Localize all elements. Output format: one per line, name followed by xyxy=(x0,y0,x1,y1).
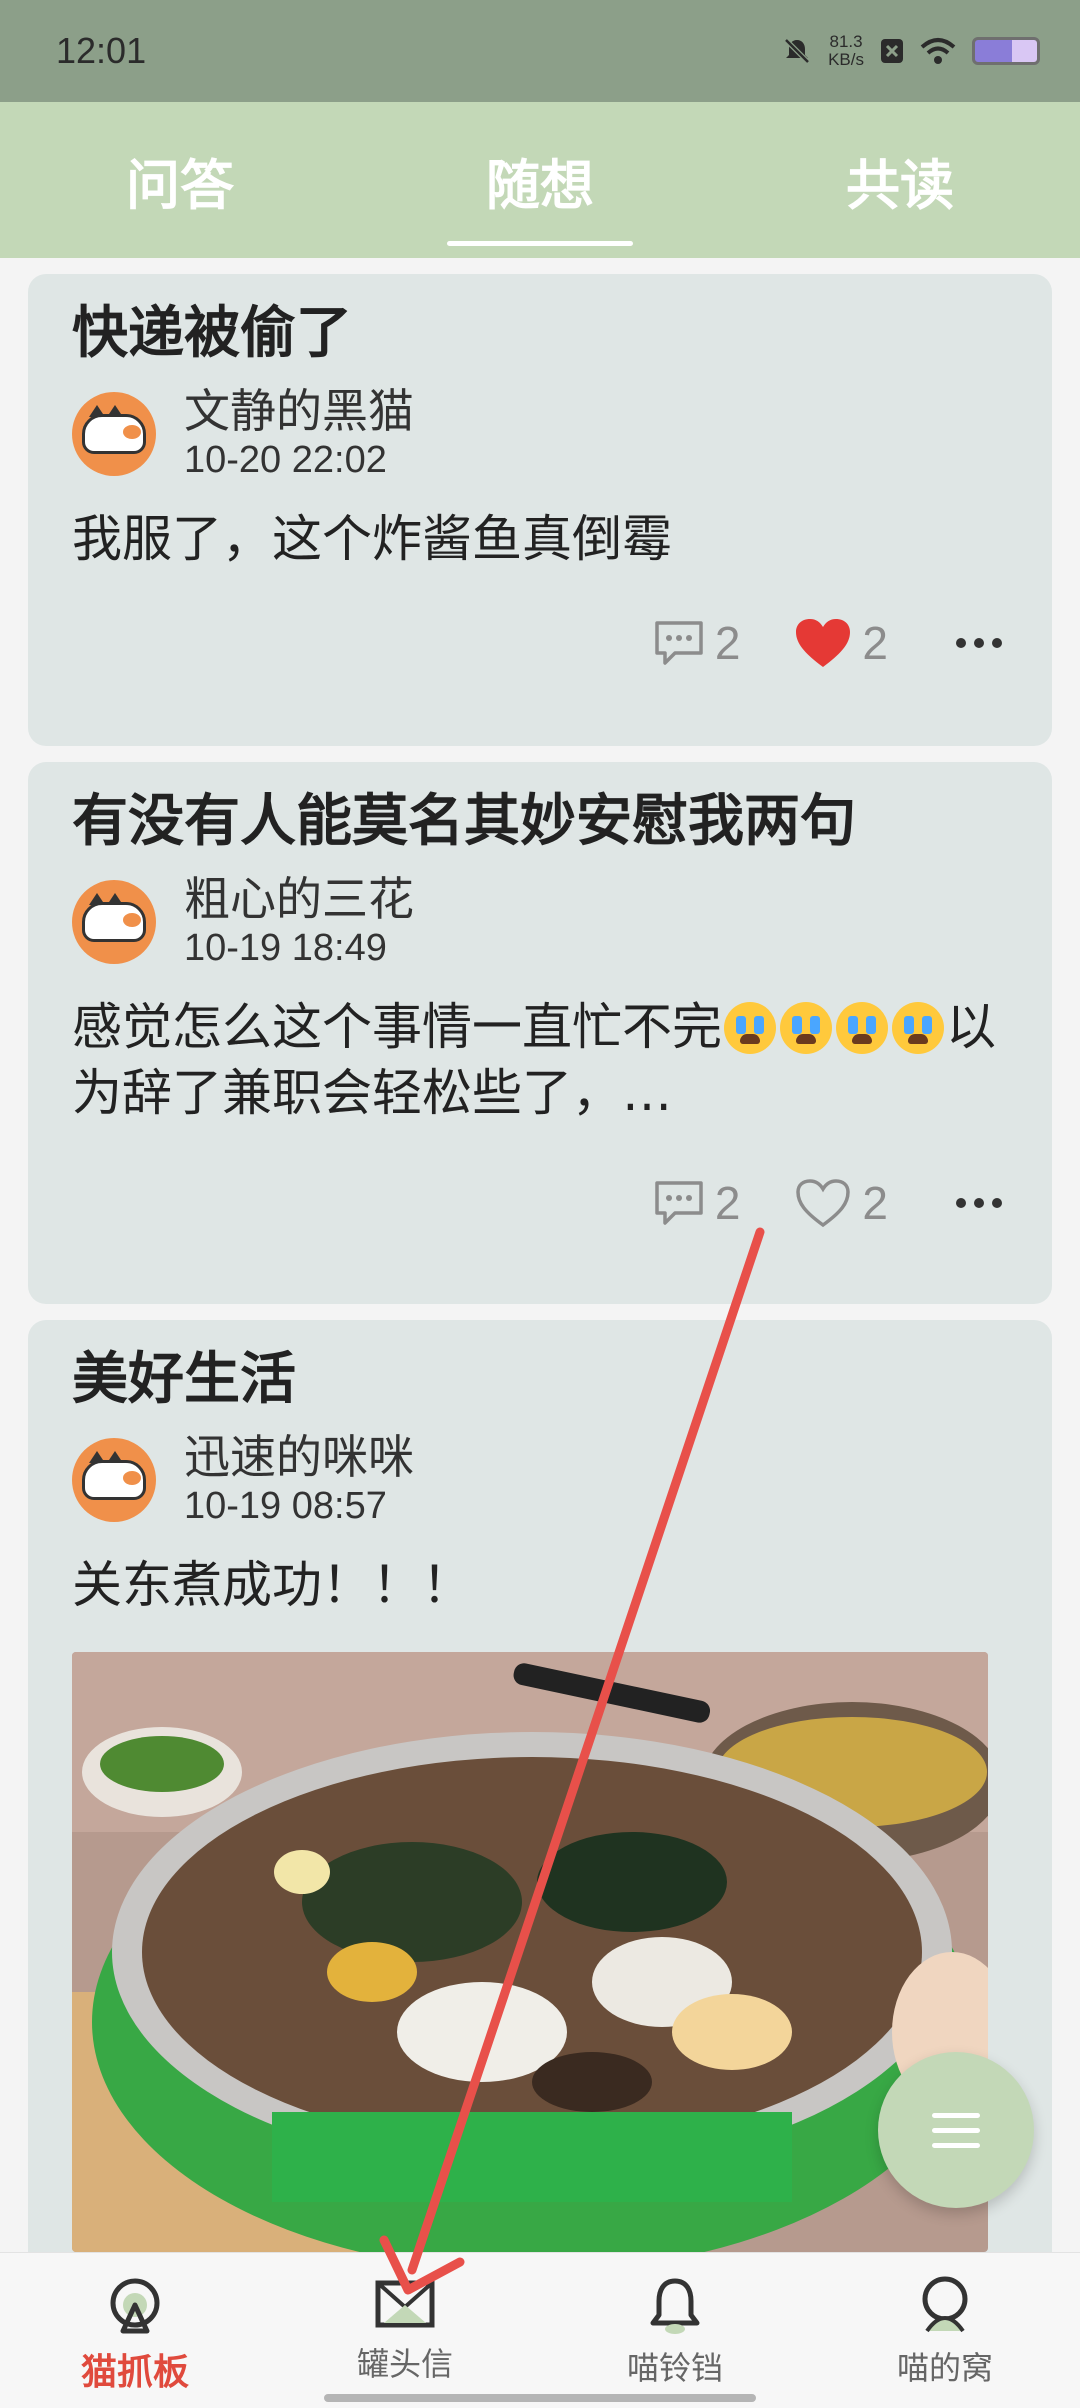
like-button[interactable]: 2 xyxy=(794,616,888,670)
action-row: 2 2 xyxy=(72,1176,1008,1230)
author-row: 迅速的咪咪 10-19 08:57 xyxy=(72,1431,1008,1529)
post-title: 美好生活 xyxy=(72,1347,296,1412)
action-row: 2 2 xyxy=(72,616,1008,670)
cat-nest-icon xyxy=(922,2276,968,2333)
mute-icon xyxy=(784,38,810,64)
post-text: 感觉怎么这个事情一直忙不完 以为辞了兼职会轻松些了，… xyxy=(72,997,996,1122)
more-options-icon[interactable] xyxy=(956,1197,1002,1208)
post-text: 我服了，这个炸酱鱼真倒霉 xyxy=(72,509,672,568)
bell-icon xyxy=(650,2278,700,2334)
status-time: 12:01 xyxy=(56,30,147,71)
bottom-nav: 猫抓板 罐头信 喵铃铛 喵的窝 xyxy=(0,2252,1080,2408)
tab-reading[interactable]: 共读 xyxy=(720,102,1080,258)
avatar[interactable] xyxy=(72,880,156,965)
comment-icon xyxy=(655,1180,703,1225)
post-card[interactable]: 有没有人能莫名其妙安慰我两句 粗心的三花 10-19 18:49 感觉怎么这个事… xyxy=(28,762,1052,1304)
crying-emoji-icon xyxy=(836,1001,888,1054)
comment-count: 2 xyxy=(714,1176,741,1229)
tab-qa[interactable]: 问答 xyxy=(0,102,360,258)
post-photo[interactable] xyxy=(72,1651,988,2252)
post-time: 10-19 18:49 xyxy=(184,927,387,970)
post-title: 快递被偷了 xyxy=(72,301,352,366)
status-icons: 81.3 KB/s xyxy=(782,33,1040,69)
author-name: 文静的黑猫 xyxy=(184,384,414,439)
comment-button[interactable]: 2 xyxy=(653,616,741,670)
heart-outline-icon xyxy=(796,1178,851,1227)
scratch-board-icon xyxy=(110,2278,160,2334)
crying-emoji-icon xyxy=(892,1001,944,1054)
status-bar: 12:01 81.3 KB/s xyxy=(0,0,1080,102)
nav-label: 喵的窝 xyxy=(896,2349,993,2387)
heart-filled-icon xyxy=(796,618,851,667)
post-text: 关东煮成功！！！ xyxy=(72,1555,472,1614)
app-screen: 12:01 81.3 KB/s 问答 随想 共读 快递被偷了 文静的黑猫 10-… xyxy=(0,0,1080,2408)
more-options-icon[interactable] xyxy=(956,637,1002,648)
crying-emoji-icon xyxy=(780,1001,832,1054)
tab-bar: 问答 随想 共读 xyxy=(0,102,1080,258)
nav-label: 罐头信 xyxy=(356,2345,453,2383)
author-name: 粗心的三花 xyxy=(184,872,414,927)
crying-emoji-icon xyxy=(724,1001,776,1054)
sim-x-icon xyxy=(881,39,903,63)
post-card[interactable]: 快递被偷了 文静的黑猫 10-20 22:02 我服了，这个炸酱鱼真倒霉 2 2 xyxy=(28,274,1052,746)
like-count: 2 xyxy=(862,1176,888,1229)
tab-thoughts[interactable]: 随想 xyxy=(360,102,720,258)
post-time: 10-20 22:02 xyxy=(184,439,387,482)
menu-fab-button[interactable] xyxy=(878,2052,1034,2208)
nav-label: 喵铃铛 xyxy=(626,2349,723,2387)
nav-scratch-board[interactable]: 猫抓板 xyxy=(0,2253,270,2408)
nav-cat-nest[interactable]: 喵的窝 xyxy=(810,2253,1080,2408)
envelope-icon xyxy=(375,2280,435,2328)
author-row: 文静的黑猫 10-20 22:02 xyxy=(72,385,1008,483)
post-feed[interactable]: 快递被偷了 文静的黑猫 10-20 22:02 我服了，这个炸酱鱼真倒霉 2 2… xyxy=(0,258,1080,2252)
menu-icon xyxy=(932,2112,980,2118)
post-time: 10-19 08:57 xyxy=(184,1485,387,1528)
comment-button[interactable]: 2 xyxy=(653,1176,741,1230)
home-indicator[interactable] xyxy=(324,2394,756,2402)
nav-cat-bell[interactable]: 喵铃铛 xyxy=(540,2253,810,2408)
like-button[interactable]: 2 xyxy=(794,1176,888,1230)
comment-count: 2 xyxy=(714,616,741,669)
nav-label: 猫抓板 xyxy=(80,2352,189,2393)
oden-hotpot-photo xyxy=(72,1651,988,2252)
wifi-icon xyxy=(920,38,956,64)
network-speed: 81.3 KB/s xyxy=(828,32,864,69)
like-count: 2 xyxy=(862,616,888,669)
author-name: 迅速的咪咪 xyxy=(184,1430,414,1485)
comment-icon xyxy=(655,620,703,665)
avatar[interactable] xyxy=(72,392,156,477)
avatar[interactable] xyxy=(72,1438,156,1523)
author-row: 粗心的三花 10-19 18:49 xyxy=(72,873,1008,971)
battery-icon xyxy=(972,37,1040,65)
nav-can-letter[interactable]: 罐头信 xyxy=(270,2253,540,2408)
post-title: 有没有人能莫名其妙安慰我两句 xyxy=(72,789,856,854)
